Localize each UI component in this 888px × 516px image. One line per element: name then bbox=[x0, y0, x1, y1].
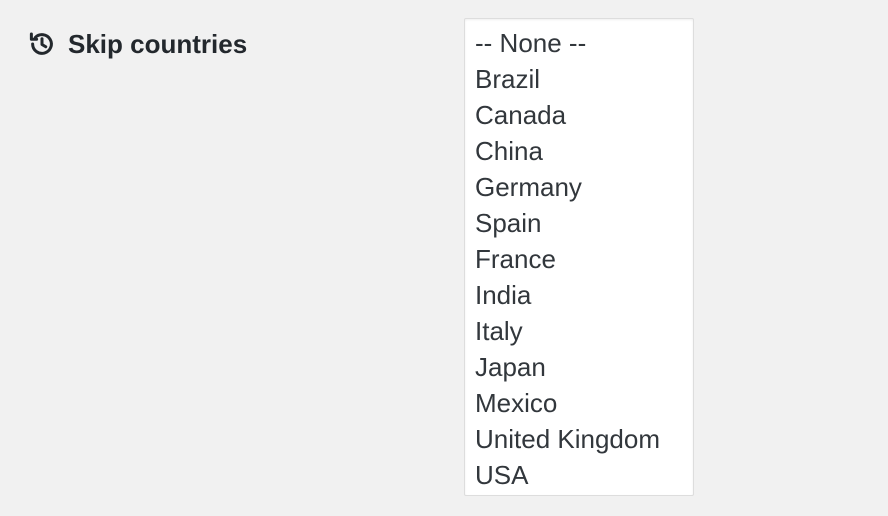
option-canada[interactable]: Canada bbox=[465, 97, 693, 133]
option-italy[interactable]: Italy bbox=[465, 313, 693, 349]
option-japan[interactable]: Japan bbox=[465, 349, 693, 385]
option-spain[interactable]: Spain bbox=[465, 205, 693, 241]
skip-countries-setting-row: Skip countries -- None -- Brazil Canada … bbox=[0, 0, 888, 516]
skip-countries-label-text: Skip countries bbox=[68, 29, 248, 59]
option-none[interactable]: -- None -- bbox=[465, 25, 693, 61]
option-usa[interactable]: USA bbox=[465, 457, 693, 493]
option-germany[interactable]: Germany bbox=[465, 169, 693, 205]
country-options-list: -- None -- Brazil Canada China Germany S… bbox=[465, 25, 693, 493]
option-brazil[interactable]: Brazil bbox=[465, 61, 693, 97]
option-india[interactable]: India bbox=[465, 277, 693, 313]
history-icon bbox=[26, 28, 58, 60]
skip-countries-label: Skip countries bbox=[26, 26, 247, 62]
skip-countries-multiselect[interactable]: -- None -- Brazil Canada China Germany S… bbox=[464, 18, 694, 496]
option-mexico[interactable]: Mexico bbox=[465, 385, 693, 421]
option-france[interactable]: France bbox=[465, 241, 693, 277]
option-china[interactable]: China bbox=[465, 133, 693, 169]
option-united-kingdom[interactable]: United Kingdom bbox=[465, 421, 693, 457]
